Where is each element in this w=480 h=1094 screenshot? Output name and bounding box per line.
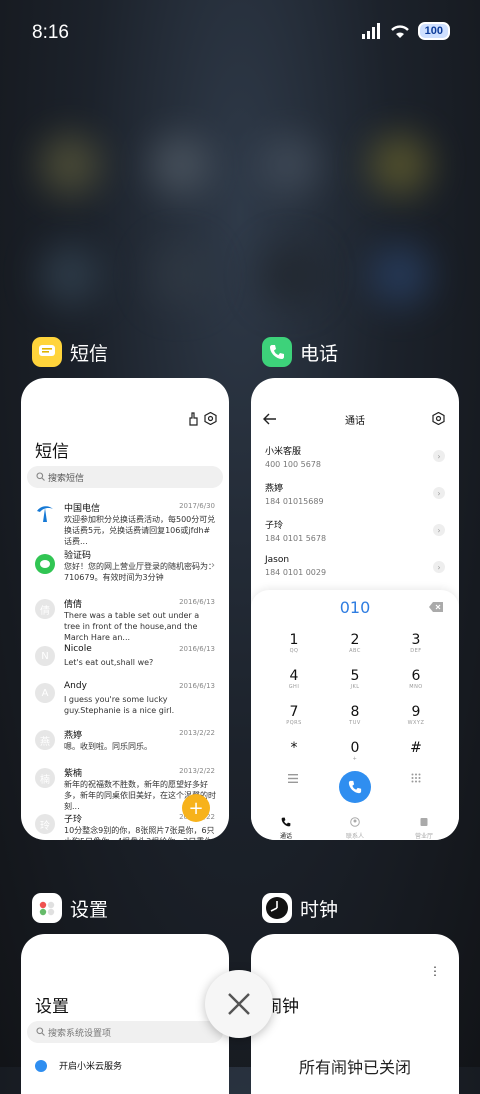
settings-gear-icon[interactable]: [432, 412, 445, 425]
chevron-right-icon[interactable]: ›: [433, 487, 445, 499]
more-options-icon[interactable]: ⋮: [429, 964, 441, 978]
clock-card[interactable]: ⋮ 闹钟 所有闹钟已关闭: [251, 934, 459, 1094]
search-icon: [36, 472, 45, 481]
contact-item[interactable]: 燕婷 184 01015689 ›: [265, 481, 445, 506]
dial-key[interactable]: 9 WXYZ: [391, 704, 441, 726]
clear-all-button[interactable]: [205, 970, 273, 1038]
app-name-messages: 短信: [70, 342, 109, 365]
compose-button[interactable]: +: [182, 794, 210, 822]
avatar: 倩: [35, 599, 55, 619]
dial-key[interactable]: 7 PQRS: [269, 704, 319, 726]
settings-item-cloud[interactable]: 开启小米云服务: [59, 1059, 122, 1072]
dial-key[interactable]: 6 MNO: [391, 668, 441, 690]
phone-title: 通话: [345, 416, 365, 427]
backspace-icon[interactable]: [429, 602, 443, 612]
app-label-messages[interactable]: 短信: [32, 337, 108, 367]
dial-key[interactable]: 8 TUV: [330, 704, 380, 726]
phone-icon: [348, 780, 362, 794]
chevron-right-icon[interactable]: ›: [433, 450, 445, 462]
status-bar: 8:16 100: [0, 0, 480, 66]
cloud-icon: [35, 1060, 47, 1072]
avatar: N: [35, 646, 55, 666]
chevron-right-icon[interactable]: ›: [433, 524, 445, 536]
dialpad-panel: 010 1 QQ 2 ABC 3 DEF 4 GHI 5 JKL 6 MNO 7 PQRS 8…: [251, 590, 459, 840]
phone-tab-icon: [281, 817, 291, 827]
app-label-phone[interactable]: 电话: [262, 337, 338, 367]
contact-item[interactable]: 子玲 184 0101 5678 ›: [265, 518, 445, 543]
contact-item[interactable]: Jason 184 0101 0029 ›: [265, 555, 445, 577]
dial-key[interactable]: 3 DEF: [391, 632, 441, 654]
wechat-icon: [35, 554, 55, 574]
dial-key[interactable]: 1 QQ: [269, 632, 319, 654]
messages-card[interactable]: 短信 搜索短信 中国电信 2017/6/30 欢迎参加积分兑换话费活动，每500…: [21, 378, 229, 840]
settings-title: 设置: [35, 997, 69, 1017]
message-item[interactable]: 中国电信 2017/6/30 欢迎参加积分兑换话费活动，每500分可兑换话费5元…: [35, 501, 215, 546]
contacts-tab-icon: [350, 817, 360, 827]
settings-app-icon: [32, 893, 62, 923]
signal-icon: [361, 23, 380, 39]
message-item[interactable]: N Nicole 2016/6/13 Let's eat out,shall w…: [35, 644, 215, 678]
tab-calls[interactable]: 通话: [271, 812, 301, 840]
dial-key[interactable]: *: [269, 740, 319, 756]
clock-app-icon: [262, 893, 292, 923]
tab-service-hall[interactable]: 营业厅: [409, 812, 439, 840]
search-placeholder: 搜索系统设置项: [48, 1029, 112, 1039]
avatar: 燕: [35, 730, 55, 750]
messages-title: 短信: [35, 442, 69, 462]
tab-contacts[interactable]: 联系人: [340, 812, 370, 840]
phone-card[interactable]: 通话 小米客服 400 100 5678 › 燕婷 184 01015689 ›…: [251, 378, 459, 840]
wifi-icon: [390, 25, 409, 38]
china-telecom-logo-icon: [35, 503, 55, 523]
dial-key[interactable]: 2 ABC: [330, 632, 380, 654]
app-label-settings[interactable]: 设置: [32, 893, 108, 923]
avatar: 玲: [35, 814, 55, 834]
plus-icon: +: [188, 797, 204, 819]
message-item[interactable]: 验证码 › 您好！您的网上营业厅登录的随机密码为：710679。有效时间为3分钟: [35, 548, 216, 588]
settings-search-input[interactable]: 搜索系统设置项: [27, 1021, 223, 1043]
messages-app-icon: [32, 337, 62, 367]
alarm-status: 所有闹钟已关闭: [298, 1058, 411, 1077]
status-icons: 100: [361, 22, 450, 40]
app-name-settings: 设置: [70, 898, 109, 921]
message-item[interactable]: 燕 燕婷 2013/2/22 嗯。收到啦。同乐同乐。: [35, 728, 215, 762]
battery-indicator: 100: [417, 22, 450, 40]
menu-icon[interactable]: [288, 774, 298, 783]
contact-item[interactable]: 小米客服 400 100 5678 ›: [265, 444, 445, 469]
settings-gear-icon[interactable]: [204, 412, 217, 425]
app-name-phone: 电话: [300, 342, 339, 365]
avatar: A: [35, 683, 55, 703]
dial-input[interactable]: 010: [251, 598, 459, 617]
store-tab-icon: [420, 818, 428, 826]
messages-search-input[interactable]: 搜索短信: [27, 466, 223, 488]
close-icon: [228, 993, 250, 1015]
keypad-toggle-icon[interactable]: [411, 773, 421, 783]
phone-app-icon: [262, 337, 292, 367]
dial-key[interactable]: 5 JKL: [330, 668, 380, 690]
message-item[interactable]: A Andy 2016/6/13 I guess you're some luc…: [35, 681, 215, 721]
chevron-right-icon[interactable]: ›: [433, 561, 445, 573]
message-item[interactable]: 倩 倩倩 2016/6/13 There was a table set out…: [35, 597, 215, 642]
clean-icon[interactable]: [187, 412, 199, 426]
status-time: 8:16: [32, 22, 69, 43]
app-label-clock[interactable]: 时钟: [262, 893, 338, 923]
call-button[interactable]: [339, 771, 371, 803]
search-icon: [36, 1027, 45, 1036]
avatar: 楠: [35, 768, 55, 788]
dial-key[interactable]: 4 GHI: [269, 668, 319, 690]
search-placeholder: 搜索短信: [48, 474, 85, 484]
dial-key[interactable]: #: [391, 740, 441, 756]
settings-card[interactable]: 设置 搜索系统设置项 开启小米云服务: [21, 934, 229, 1094]
dial-key[interactable]: 0 +: [330, 740, 380, 762]
app-name-clock: 时钟: [300, 898, 339, 921]
